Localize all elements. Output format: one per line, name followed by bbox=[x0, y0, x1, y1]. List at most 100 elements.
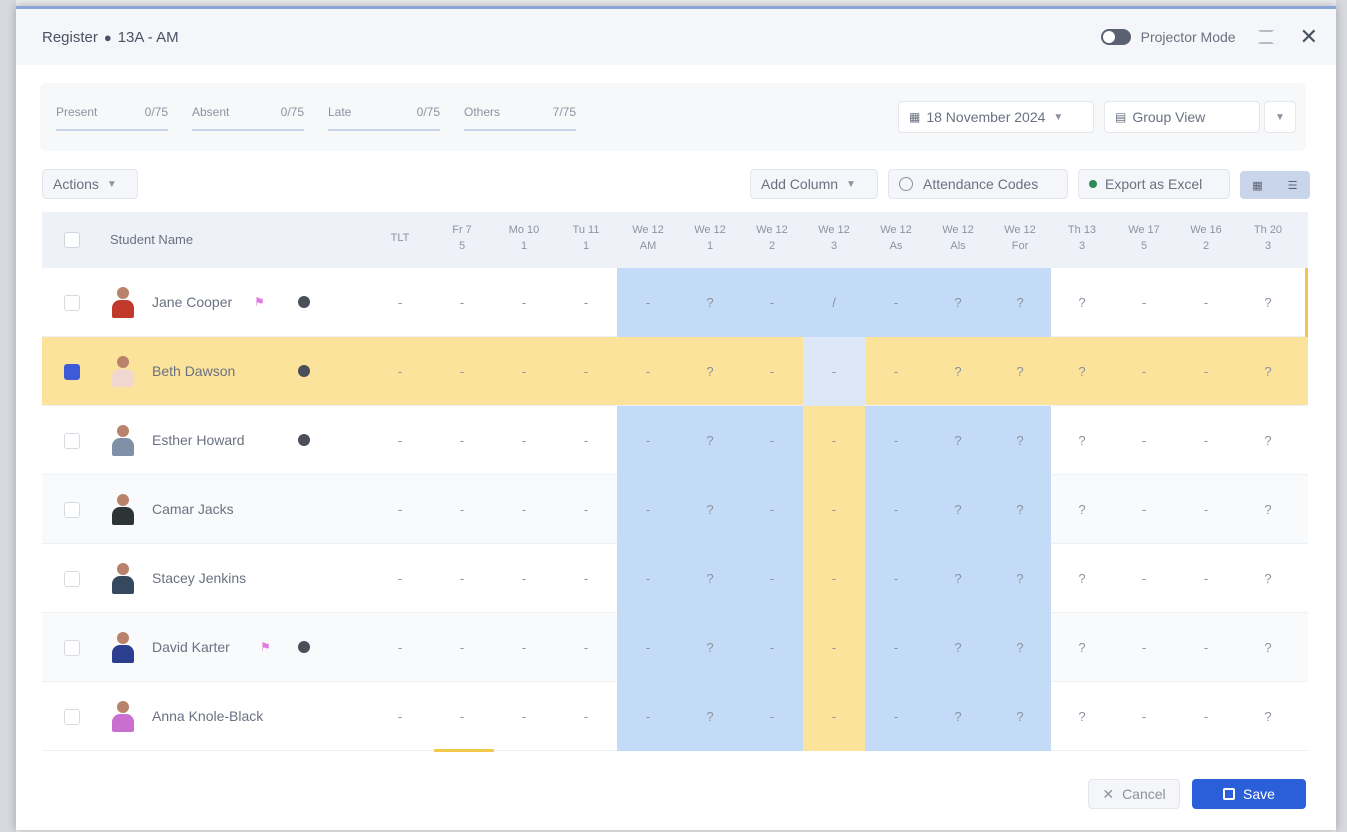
row-checkbox[interactable] bbox=[64, 571, 80, 587]
student-name[interactable]: Jane Cooper bbox=[152, 294, 232, 310]
column-header[interactable]: Th 20 3 bbox=[1237, 222, 1299, 254]
attendance-cell[interactable]: ? bbox=[1237, 682, 1299, 751]
attendance-cell[interactable]: - bbox=[431, 475, 493, 544]
attendance-cell[interactable]: ? bbox=[679, 268, 741, 337]
attendance-cell[interactable]: ? bbox=[679, 337, 741, 406]
attendance-cell[interactable]: ? bbox=[1237, 544, 1299, 613]
attendance-cell[interactable]: - bbox=[493, 406, 555, 475]
attendance-codes-button[interactable]: Attendance Codes bbox=[888, 169, 1068, 199]
date-picker-button[interactable]: ▦ 18 November 2024 ▼ bbox=[898, 101, 1094, 133]
attendance-cell[interactable]: - bbox=[369, 544, 431, 613]
attendance-cell[interactable]: - bbox=[431, 613, 493, 682]
attendance-cell[interactable]: ? bbox=[1051, 268, 1113, 337]
attendance-cell[interactable]: ? bbox=[927, 406, 989, 475]
attendance-cell[interactable]: - bbox=[493, 337, 555, 406]
attendance-cell[interactable]: ? bbox=[927, 268, 989, 337]
attendance-cell[interactable]: - bbox=[431, 406, 493, 475]
attendance-cell[interactable]: - bbox=[493, 613, 555, 682]
attendance-cell[interactable]: - bbox=[1175, 613, 1237, 682]
attendance-cell[interactable]: - bbox=[555, 406, 617, 475]
attendance-cell[interactable]: ? bbox=[1051, 544, 1113, 613]
row-checkbox[interactable] bbox=[64, 709, 80, 725]
column-header[interactable]: We 12 As bbox=[865, 222, 927, 254]
group-view-button[interactable]: ▤ Group View bbox=[1104, 101, 1260, 133]
attendance-cell[interactable]: - bbox=[431, 268, 493, 337]
attendance-cell[interactable]: - bbox=[803, 406, 865, 475]
row-checkbox[interactable] bbox=[64, 295, 80, 311]
attendance-cell[interactable]: - bbox=[555, 337, 617, 406]
attendance-cell[interactable]: - bbox=[803, 337, 865, 406]
attendance-cell[interactable]: - bbox=[617, 337, 679, 406]
attendance-cell[interactable]: ? bbox=[989, 475, 1051, 544]
table-row[interactable]: Esther Howard - - - - -? - - -??? - -? bbox=[42, 406, 1308, 475]
attendance-cell[interactable]: ? bbox=[989, 406, 1051, 475]
student-name[interactable]: Beth Dawson bbox=[152, 363, 235, 379]
attendance-cell[interactable]: - bbox=[493, 268, 555, 337]
attendance-cell[interactable]: - bbox=[617, 406, 679, 475]
row-checkbox[interactable] bbox=[64, 502, 80, 518]
attendance-cell[interactable]: ? bbox=[989, 613, 1051, 682]
attendance-cell[interactable]: ? bbox=[679, 613, 741, 682]
projector-mode-toggle[interactable] bbox=[1100, 29, 1131, 45]
attendance-cell[interactable]: - bbox=[865, 406, 927, 475]
attendance-cell[interactable]: ? bbox=[989, 682, 1051, 751]
attendance-cell[interactable]: - bbox=[1113, 682, 1175, 751]
attendance-cell[interactable]: - bbox=[369, 682, 431, 751]
attendance-cell[interactable]: - bbox=[741, 475, 803, 544]
attendance-cell[interactable]: ? bbox=[1237, 613, 1299, 682]
column-header[interactable]: We 12 For bbox=[989, 222, 1051, 254]
row-checkbox[interactable] bbox=[64, 364, 80, 380]
attendance-cell[interactable]: ? bbox=[1051, 337, 1113, 406]
attendance-cell[interactable]: - bbox=[865, 682, 927, 751]
attendance-cell[interactable]: - bbox=[555, 613, 617, 682]
attendance-cell[interactable]: ? bbox=[679, 475, 741, 544]
table-row[interactable]: Beth Dawson - - - - -? - - -??? - -? bbox=[42, 337, 1308, 406]
attendance-cell[interactable]: ? bbox=[1237, 268, 1299, 337]
grid-view-icon[interactable]: ▦ bbox=[1240, 171, 1275, 199]
attendance-cell[interactable]: - bbox=[369, 406, 431, 475]
attendance-cell[interactable]: - bbox=[1175, 337, 1237, 406]
actions-menu-button[interactable]: Actions ▼ bbox=[42, 169, 138, 199]
attendance-cell[interactable]: - bbox=[431, 544, 493, 613]
attendance-cell[interactable]: - bbox=[555, 475, 617, 544]
attendance-cell[interactable]: - bbox=[369, 613, 431, 682]
attendance-cell[interactable]: - bbox=[493, 544, 555, 613]
student-name[interactable]: Anna Knole-Black bbox=[152, 708, 263, 724]
attendance-cell[interactable]: - bbox=[1113, 544, 1175, 613]
attendance-cell[interactable]: ? bbox=[927, 613, 989, 682]
attendance-cell[interactable]: ? bbox=[1051, 475, 1113, 544]
column-header[interactable]: We 16 2 bbox=[1175, 222, 1237, 254]
row-checkbox[interactable] bbox=[64, 433, 80, 449]
attendance-cell[interactable]: - bbox=[865, 613, 927, 682]
column-header[interactable]: Th 13 3 bbox=[1051, 222, 1113, 254]
table-row[interactable]: Camar Jacks - - - - -? - - -??? - -? bbox=[42, 475, 1308, 544]
attendance-cell[interactable]: - bbox=[741, 613, 803, 682]
table-row[interactable]: Anna Knole-Black - - - - -? - - -??? - -? bbox=[42, 682, 1308, 751]
list-view-icon[interactable]: ☰ bbox=[1275, 171, 1310, 199]
attendance-cell[interactable]: - bbox=[1175, 682, 1237, 751]
attendance-cell[interactable]: - bbox=[617, 544, 679, 613]
attendance-cell[interactable]: ? bbox=[927, 682, 989, 751]
column-header[interactable]: Fr 7 5 bbox=[431, 222, 493, 254]
attendance-cell[interactable]: - bbox=[493, 682, 555, 751]
column-header[interactable]: We 12 AM bbox=[617, 222, 679, 254]
attendance-cell[interactable]: ? bbox=[927, 337, 989, 406]
column-header[interactable]: We 12 2 bbox=[741, 222, 803, 254]
attendance-cell[interactable]: - bbox=[741, 682, 803, 751]
attendance-cell[interactable]: - bbox=[741, 337, 803, 406]
table-row[interactable]: Jane Cooper ⚑ - - - - -? - / -??? - -? bbox=[42, 268, 1308, 337]
table-row[interactable]: Stacey Jenkins - - - - -? - - -??? - -? bbox=[42, 544, 1308, 613]
attendance-cell[interactable]: - bbox=[617, 268, 679, 337]
attendance-cell[interactable]: - bbox=[555, 544, 617, 613]
column-header[interactable]: TLT bbox=[369, 230, 431, 246]
attendance-cell[interactable]: - bbox=[1175, 268, 1237, 337]
layout-toggle[interactable]: ▦ ☰ bbox=[1240, 171, 1310, 199]
attendance-cell[interactable]: - bbox=[741, 268, 803, 337]
attendance-cell[interactable]: ? bbox=[989, 337, 1051, 406]
attendance-cell[interactable]: ? bbox=[1237, 475, 1299, 544]
attendance-cell[interactable]: / bbox=[803, 268, 865, 337]
column-header[interactable]: We 17 5 bbox=[1113, 222, 1175, 254]
attendance-cell[interactable]: - bbox=[617, 682, 679, 751]
attendance-cell[interactable]: - bbox=[865, 544, 927, 613]
student-name[interactable]: Esther Howard bbox=[152, 432, 245, 448]
